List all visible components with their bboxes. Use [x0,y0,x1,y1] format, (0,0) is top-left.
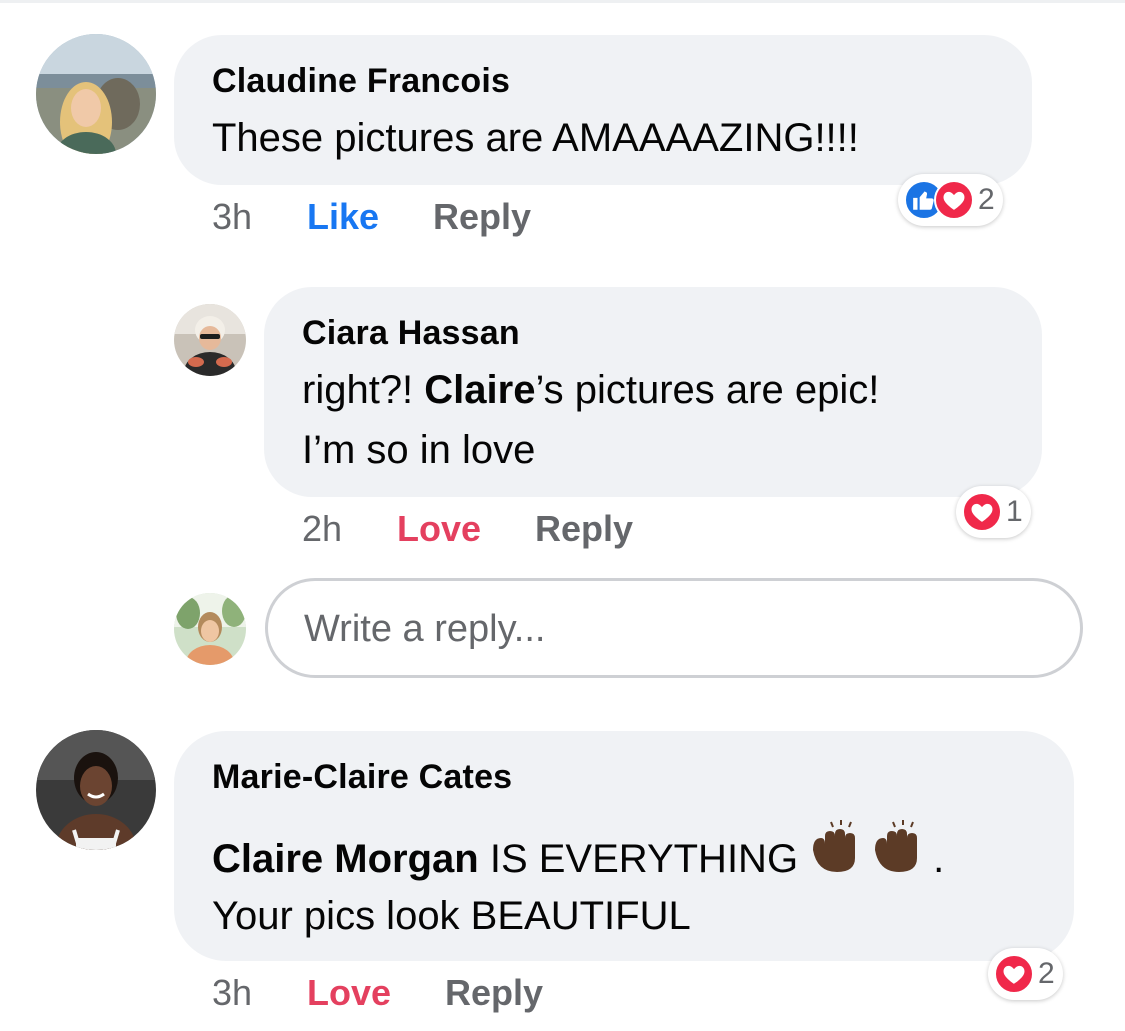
love-icon [962,492,1002,532]
comment-author[interactable]: Claudine Francois [212,62,510,101]
comment-text-post: IS EVERYTHING [478,837,810,881]
raising-hands-icon [809,820,933,894]
mention-claire[interactable]: Claire [424,368,535,412]
reaction-count: 2 [1038,957,1055,990]
love-icon [934,180,974,220]
avatar-claudine-image [36,34,156,154]
comment-text-pre: right?! [302,368,425,412]
avatar-claudine[interactable] [36,34,156,154]
mention-claire-morgan[interactable]: Claire Morgan [212,837,479,881]
avatar-current-user-image [174,593,246,665]
love-icon [994,954,1034,994]
avatar-marie-claire[interactable] [36,730,156,850]
comment-author[interactable]: Marie-Claire Cates [212,758,512,797]
love-button[interactable]: Love [307,972,391,1014]
reply-input[interactable] [302,607,1046,652]
comment-author[interactable]: Ciara Hassan [302,314,520,353]
comment-text-end: . [933,837,945,881]
like-button[interactable]: Like [307,196,379,238]
comment-text-line1: Claire Morgan IS EVERYTHING . [212,820,944,894]
reply-button[interactable]: Reply [445,972,543,1014]
comment-text-line2: Your pics look BEAUTIFUL [212,894,691,938]
avatar-ciara-image [174,304,246,376]
reaction-summary[interactable]: 2 [898,174,1003,226]
comment-text-line2: I’m so in love [302,428,536,472]
comment-text-line1: right?! Claire’s pictures are epic! [302,361,879,419]
top-divider [0,0,1125,3]
reply-button[interactable]: Reply [535,508,633,550]
comment-text-post: ’s pictures are epic! [535,368,880,412]
avatar-marie-claire-image [36,730,156,850]
love-button[interactable]: Love [397,508,481,550]
reaction-summary[interactable]: 2 [988,948,1063,1000]
comment-time[interactable]: 3h [212,972,252,1014]
reaction-count: 2 [978,183,995,216]
comment-time[interactable]: 3h [212,196,252,238]
avatar-current-user[interactable] [174,593,246,665]
reply-button[interactable]: Reply [433,196,531,238]
reaction-summary[interactable]: 1 [956,486,1031,538]
comment-time[interactable]: 2h [302,508,342,550]
avatar-ciara[interactable] [174,304,246,376]
reply-input-container[interactable] [265,578,1083,678]
reaction-count: 1 [1006,495,1023,528]
comment-text: These pictures are AMAAAAZING!!!! [212,116,859,160]
